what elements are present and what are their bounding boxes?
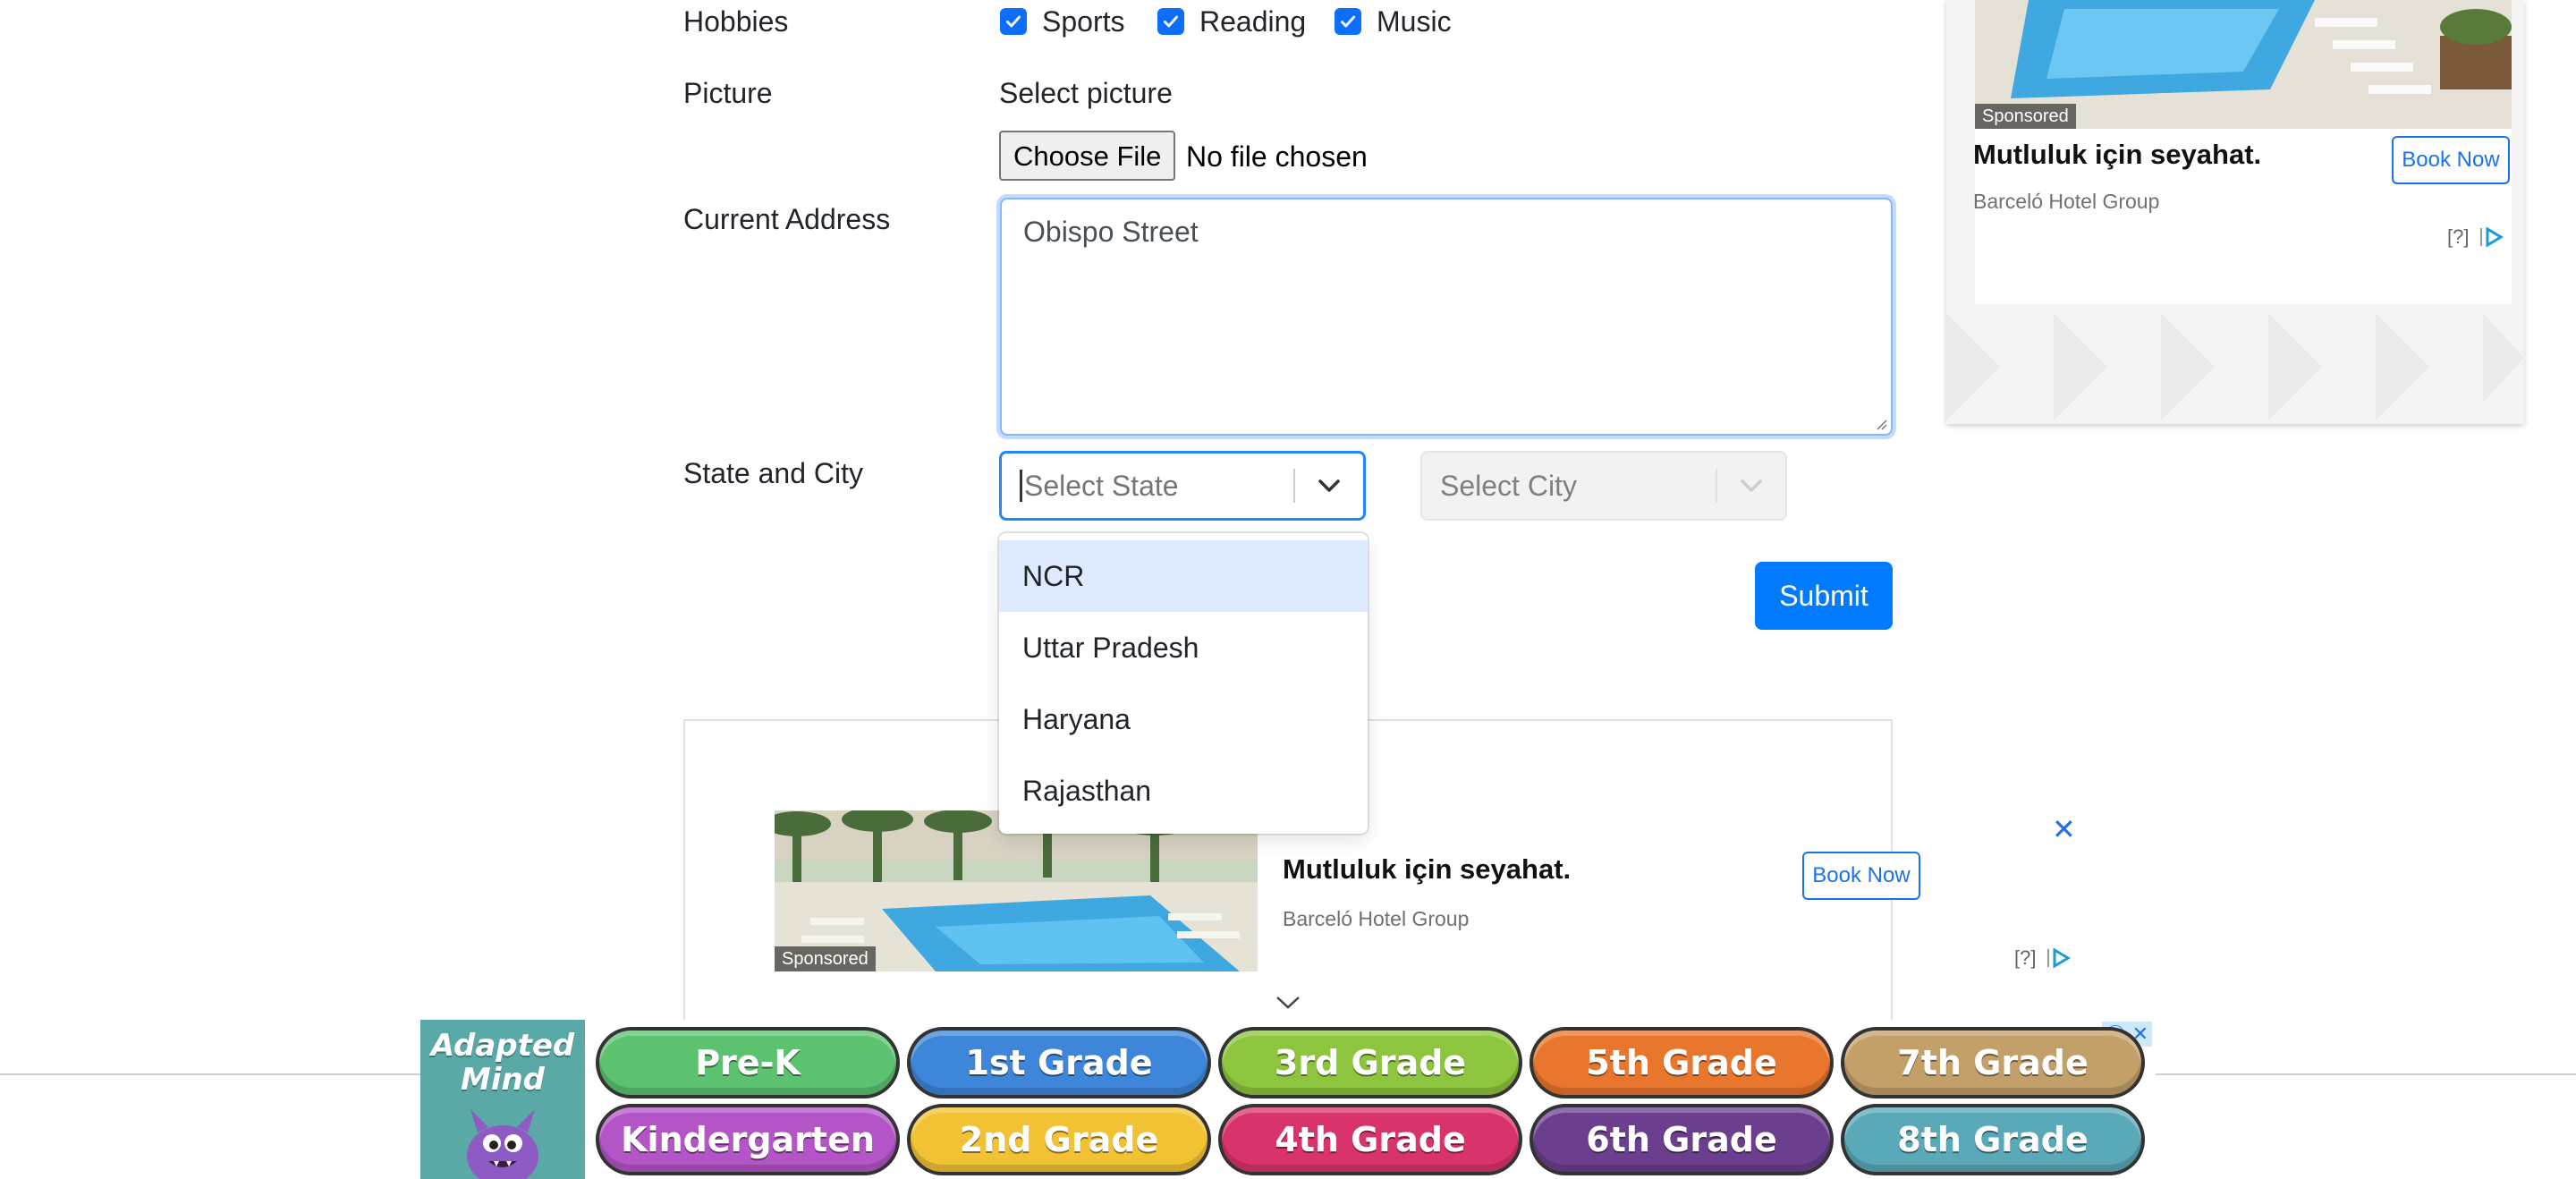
inline-ad-title[interactable]: Mutluluk için seyahat.: [1283, 853, 1571, 886]
hobbies-label: Hobbies: [683, 5, 789, 38]
state-option-uttar-pradesh[interactable]: Uttar Pradesh: [999, 612, 1368, 683]
picture-hint: Select picture: [999, 77, 1173, 109]
checkmark-icon: [1005, 15, 1021, 28]
logo-line-2: Mind: [460, 1062, 546, 1098]
adaptedmind-logo[interactable]: Adapted Mind: [420, 1020, 585, 1179]
adchoice-label[interactable]: [?]: [2014, 946, 2036, 970]
adchoices-icon[interactable]: [2479, 226, 2506, 248]
state-option-rajasthan[interactable]: Rajasthan: [999, 755, 1368, 827]
grade-buttons: Pre-K 1st Grade 3rd Grade 5th Grade 7th Grad…: [596, 1023, 2152, 1179]
state-dropdown-menu: NCR Uttar Pradesh Haryana Rajasthan: [999, 533, 1368, 834]
grade-button-kindergarten[interactable]: Kindergarten: [596, 1104, 900, 1175]
city-placeholder: Select City: [1440, 469, 1577, 502]
resize-handle-icon[interactable]: [1873, 416, 1887, 430]
file-status: No file chosen: [1186, 140, 1368, 173]
grade-button-3rd-grade[interactable]: 3rd Grade: [1218, 1027, 1522, 1098]
chevron-down-icon[interactable]: [1295, 478, 1363, 494]
music-label[interactable]: Music: [1377, 5, 1452, 38]
grade-button-4th-grade[interactable]: 4th Grade: [1218, 1104, 1522, 1175]
picture-label: Picture: [683, 77, 773, 109]
logo-text: Adapted Mind: [420, 1029, 585, 1097]
grade-button-5th-grade[interactable]: 5th Grade: [1530, 1027, 1834, 1098]
side-book-now-button[interactable]: Book Now: [2392, 136, 2510, 184]
state-option-ncr[interactable]: NCR: [999, 540, 1368, 612]
current-address-value: Obispo Street: [1023, 216, 1199, 248]
inline-ad-advertiser[interactable]: Barceló Hotel Group: [1283, 907, 1469, 931]
checkmark-icon: [1163, 15, 1179, 28]
adchoices-icon[interactable]: [2046, 947, 2073, 969]
logo-line-1: Adapted: [430, 1028, 575, 1064]
grade-button-2nd-grade[interactable]: 2nd Grade: [907, 1104, 1211, 1175]
side-ad-image[interactable]: Sponsored: [1975, 0, 2512, 129]
side-ad: Sponsored Mutluluk için seyahat. Barceló…: [1946, 0, 2524, 424]
grade-button-6th-grade[interactable]: 6th Grade: [1530, 1104, 1834, 1175]
chevron-down-icon: [1717, 478, 1785, 494]
choose-file-button[interactable]: Choose File: [999, 131, 1176, 181]
side-ad-advertiser[interactable]: Barceló Hotel Group: [1973, 190, 2159, 214]
sports-label[interactable]: Sports: [1042, 5, 1124, 38]
inline-ad-image[interactable]: Sponsored: [775, 810, 1258, 971]
music-checkbox[interactable]: [1335, 8, 1361, 35]
monster-mascot-icon: [467, 1109, 538, 1179]
sponsored-badge: Sponsored: [775, 946, 876, 971]
reading-checkbox[interactable]: [1157, 8, 1184, 35]
grade-button-8th-grade[interactable]: 8th Grade: [1841, 1104, 2145, 1175]
current-address-textarea[interactable]: Obispo Street: [1000, 198, 1893, 436]
reading-label[interactable]: Reading: [1199, 5, 1306, 38]
state-select[interactable]: Select State: [999, 451, 1366, 521]
state-placeholder: Select State: [1024, 469, 1179, 502]
grade-button-7th-grade[interactable]: 7th Grade: [1841, 1027, 2145, 1098]
checkmark-icon: [1340, 15, 1356, 28]
side-ad-title[interactable]: Mutluluk için seyahat.: [1973, 139, 2261, 171]
grade-button-1st-grade[interactable]: 1st Grade: [907, 1027, 1211, 1098]
current-address-label: Current Address: [683, 203, 891, 235]
inline-book-now-button[interactable]: Book Now: [1802, 852, 1920, 900]
ad-background-pattern: [1946, 313, 2524, 420]
chevron-down-icon[interactable]: [1275, 995, 1301, 1011]
grade-button-pre-k[interactable]: Pre-K: [596, 1027, 900, 1098]
close-icon[interactable]: ✕: [2052, 812, 2076, 846]
city-select: Select City: [1420, 451, 1787, 521]
sports-checkbox[interactable]: [1000, 8, 1027, 35]
submit-button[interactable]: Submit: [1755, 562, 1893, 630]
state-option-haryana[interactable]: Haryana: [999, 683, 1368, 755]
state-city-label: State and City: [683, 457, 863, 489]
adchoice-label[interactable]: [?]: [2447, 225, 2469, 249]
sponsored-badge: Sponsored: [1975, 104, 2076, 129]
